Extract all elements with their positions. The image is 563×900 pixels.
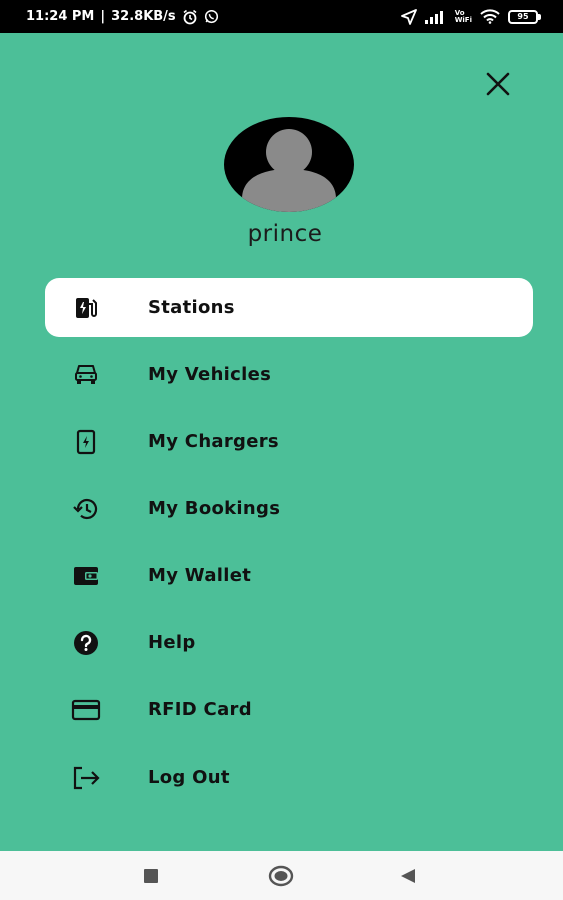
status-bar-right: Vo WiFi 95 <box>400 8 541 25</box>
menu-label-my-bookings: My Bookings <box>148 498 281 519</box>
help-icon <box>70 627 102 659</box>
menu-label-stations: Stations <box>148 297 235 318</box>
menu-label-my-vehicles: My Vehicles <box>148 364 272 385</box>
status-bar: 11:24 PM | 32.8KB/s Vo WiFi 95 <box>0 0 563 33</box>
charger-icon <box>70 426 102 458</box>
menu-item-help[interactable]: Help <box>45 613 533 672</box>
location-icon <box>400 8 417 25</box>
menu-item-my-chargers[interactable]: My Chargers <box>45 412 533 471</box>
back-button[interactable] <box>400 868 416 884</box>
status-time: 11:24 PM <box>26 9 95 24</box>
home-button[interactable] <box>268 864 294 888</box>
logout-icon <box>70 762 102 794</box>
close-button[interactable] <box>482 68 514 100</box>
car-icon <box>70 359 102 391</box>
system-nav-bar <box>0 851 563 900</box>
signal-icon <box>424 10 447 24</box>
menu-item-stations[interactable]: Stations <box>45 278 533 337</box>
alarm-icon <box>182 9 198 25</box>
card-icon <box>70 694 102 726</box>
wallet-icon <box>70 560 102 592</box>
menu-item-log-out[interactable]: Log Out <box>45 748 533 807</box>
network-speed: 32.8KB/s <box>111 9 176 24</box>
history-icon <box>70 493 102 525</box>
menu-item-my-bookings[interactable]: My Bookings <box>45 479 533 538</box>
menu-label-help: Help <box>148 632 196 653</box>
status-bar-left: 11:24 PM | 32.8KB/s <box>26 9 219 25</box>
recents-button[interactable] <box>143 868 159 884</box>
menu-label-log-out: Log Out <box>148 767 230 788</box>
status-divider: | <box>100 9 106 24</box>
user-icon <box>242 129 336 212</box>
menu-item-my-vehicles[interactable]: My Vehicles <box>45 345 533 404</box>
close-icon <box>486 72 510 96</box>
menu-item-my-wallet[interactable]: My Wallet <box>45 546 533 605</box>
wifi-icon <box>480 9 500 24</box>
avatar[interactable] <box>224 117 354 212</box>
ev-station-icon <box>70 292 102 324</box>
back-icon <box>401 869 415 883</box>
menu-item-rfid-card[interactable]: RFID Card <box>45 680 533 739</box>
home-icon <box>268 865 294 887</box>
volte-label: Vo WiFi <box>454 8 472 24</box>
username: prince <box>247 221 323 247</box>
battery-level: 95 <box>508 9 538 24</box>
whatsapp-icon <box>204 9 219 24</box>
menu-label-my-chargers: My Chargers <box>148 431 279 452</box>
menu-label-rfid-card: RFID Card <box>148 699 252 720</box>
battery-icon: 95 <box>508 9 541 24</box>
menu-label-my-wallet: My Wallet <box>148 565 252 586</box>
recents-icon <box>144 869 158 883</box>
